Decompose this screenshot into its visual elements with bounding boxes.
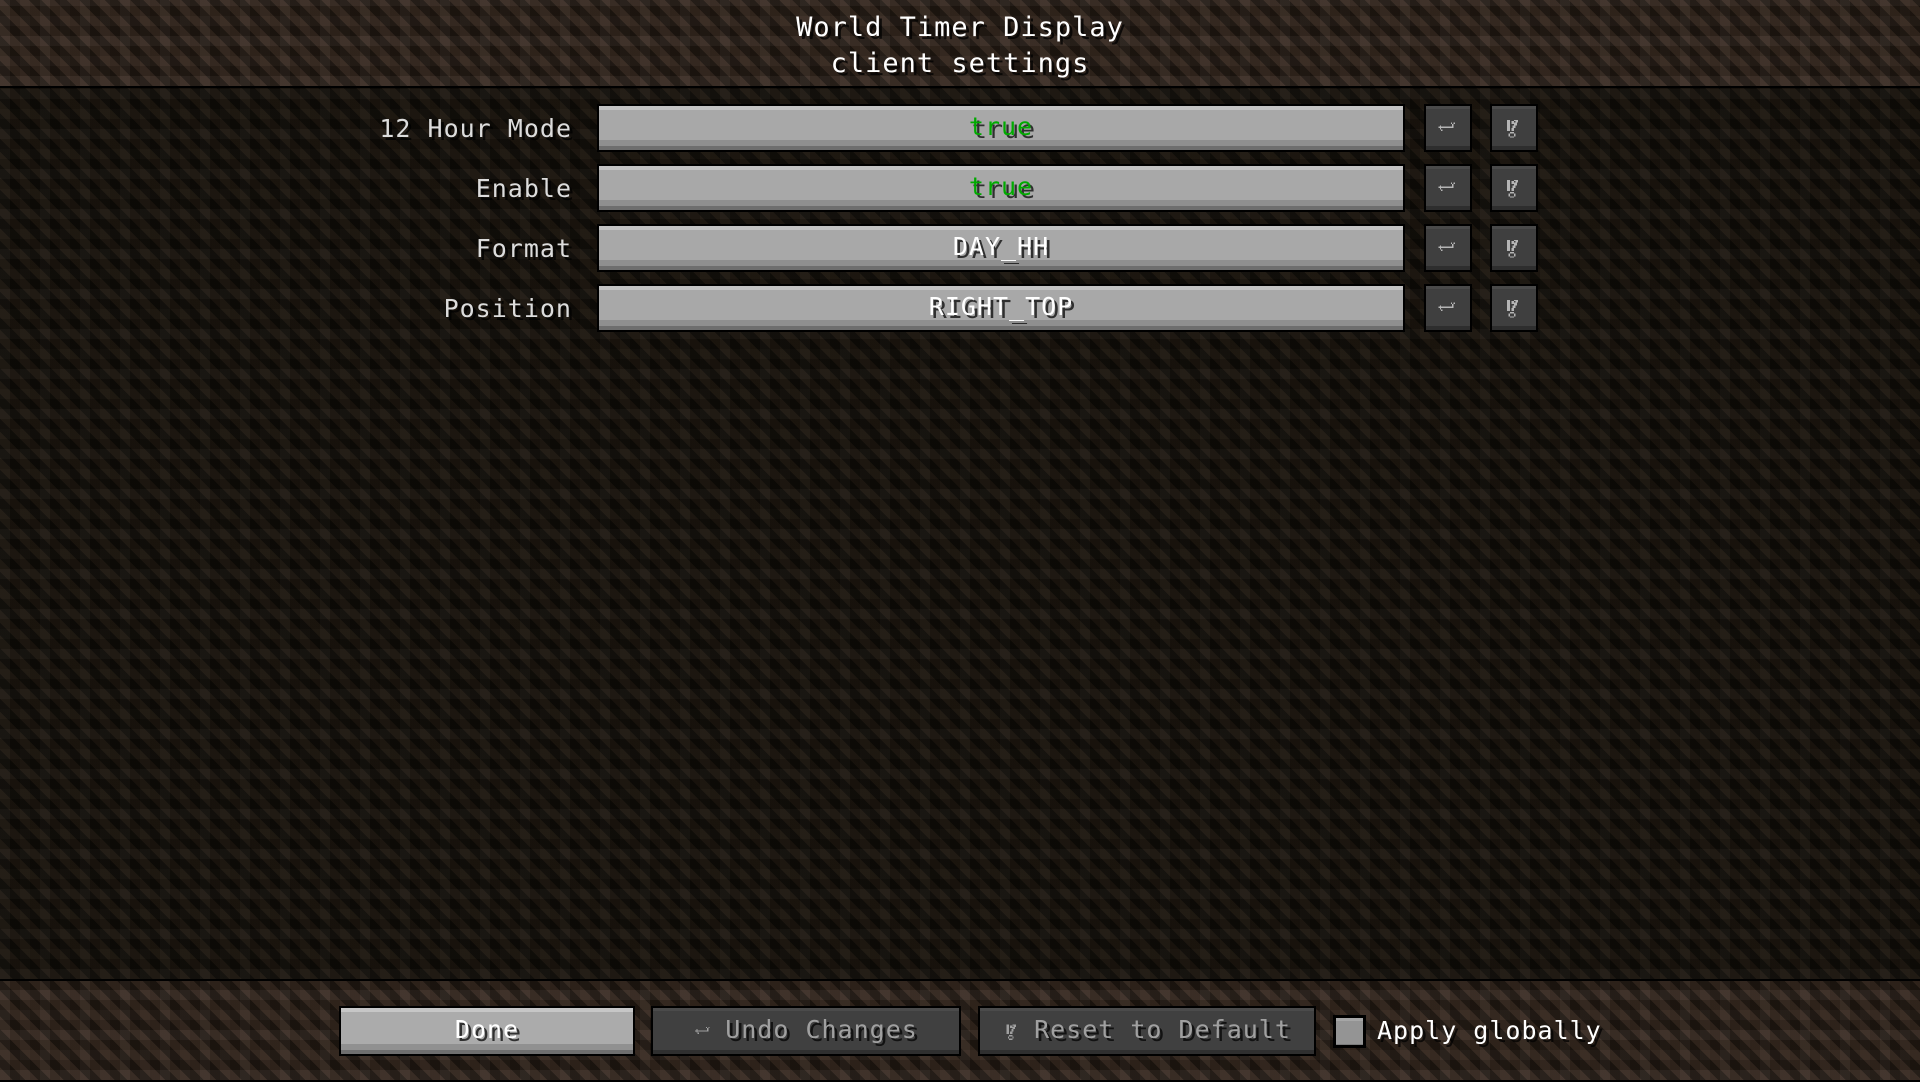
reset-to-default-button[interactable]: Reset to Default <box>978 1006 1316 1056</box>
apply-globally-checkbox[interactable]: ✓ <box>1333 1014 1366 1048</box>
undo-arrow-icon <box>1437 117 1459 139</box>
config-value-button-12-hour-mode[interactable]: true <box>597 104 1405 152</box>
page-title: World Timer Display <box>796 12 1124 43</box>
footer-button-bar: Done Undo Changes Reset to Default Apply… <box>0 981 1920 1082</box>
row-reset-button-position[interactable] <box>1490 284 1538 332</box>
config-label-12-hour-mode: 12 Hour Mode <box>379 114 572 143</box>
config-value-text-format: DAY_HH <box>952 231 1050 261</box>
done-button[interactable]: Done <box>339 1006 635 1056</box>
config-value-text-12-hour-mode: true <box>968 111 1034 141</box>
apply-globally-checkbox-group[interactable]: ✓ Apply globally <box>1333 1006 1602 1056</box>
reset-to-default-icon <box>1503 237 1525 259</box>
config-label-format: Format <box>475 234 572 263</box>
row-undo-button-position[interactable] <box>1424 284 1472 332</box>
reset-to-default-button-label: Reset to Default <box>1034 1014 1291 1044</box>
config-row: 12 Hour Mode true <box>0 102 1920 162</box>
config-value-button-enable[interactable]: true <box>597 164 1405 212</box>
config-value-button-format[interactable]: DAY_HH <box>597 224 1405 272</box>
row-reset-button-12-hour-mode[interactable] <box>1490 104 1538 152</box>
undo-changes-button-label: Undo Changes <box>725 1014 918 1044</box>
page-subtitle: client settings <box>830 48 1090 79</box>
config-label-position: Position <box>443 294 572 323</box>
done-button-label: Done <box>454 1014 520 1044</box>
screen-footer: Done Undo Changes Reset to Default Apply… <box>0 979 1920 1080</box>
config-row: Format DAY_HH <box>0 222 1920 282</box>
row-undo-button-12-hour-mode[interactable] <box>1424 104 1472 152</box>
undo-arrow-icon <box>1437 177 1459 199</box>
config-row: Position RIGHT_TOP <box>0 282 1920 342</box>
reset-to-default-icon <box>1503 117 1525 139</box>
reset-to-default-icon <box>1503 297 1525 319</box>
row-undo-button-enable[interactable] <box>1424 164 1472 212</box>
config-value-text-enable: true <box>968 171 1034 201</box>
minecraft-config-screen: World Timer Display client settings 12 H… <box>0 0 1920 1080</box>
row-reset-button-format[interactable] <box>1490 224 1538 272</box>
config-list: 12 Hour Mode true Enable true Format DAY_HH Po… <box>0 88 1920 979</box>
undo-arrow-icon <box>1437 297 1459 319</box>
row-undo-button-format[interactable] <box>1424 224 1472 272</box>
undo-changes-button[interactable]: Undo Changes <box>651 1006 961 1056</box>
reset-to-default-icon <box>1003 1022 1022 1041</box>
config-value-button-position[interactable]: RIGHT_TOP <box>597 284 1405 332</box>
config-value-text-position: RIGHT_TOP <box>928 291 1074 321</box>
config-rows: 12 Hour Mode true Enable true Format DAY_HH Po… <box>0 102 1920 342</box>
row-reset-button-enable[interactable] <box>1490 164 1538 212</box>
reset-to-default-icon <box>1503 177 1525 199</box>
config-label-enable: Enable <box>475 174 572 203</box>
undo-arrow-icon <box>1437 237 1459 259</box>
screen-header: World Timer Display client settings <box>0 0 1920 88</box>
header-titles: World Timer Display client settings <box>0 14 1920 86</box>
undo-arrow-icon <box>694 1022 713 1041</box>
config-row: Enable true <box>0 162 1920 222</box>
apply-globally-label: Apply globally <box>1377 1015 1602 1045</box>
